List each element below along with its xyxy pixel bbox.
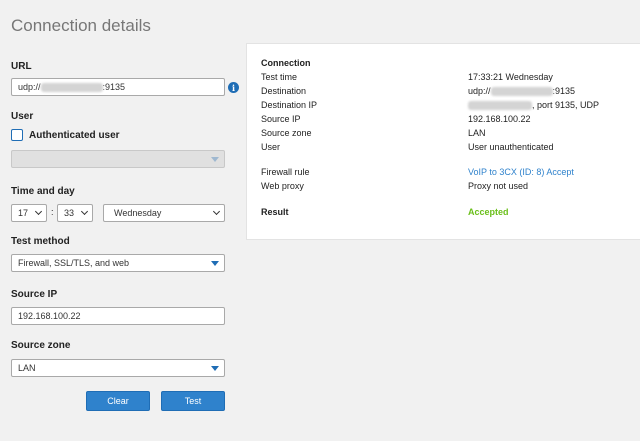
source-zone-row-label: Source zone xyxy=(261,128,312,138)
source-ip-input[interactable]: 192.168.100.22 xyxy=(11,307,225,325)
time-separator: : xyxy=(51,207,54,217)
result-label: Result xyxy=(261,207,289,217)
url-input[interactable]: udp:// :9135 xyxy=(11,78,225,96)
destination-ip-label: Destination IP xyxy=(261,100,318,110)
source-zone-row-value: LAN xyxy=(468,128,486,138)
test-method-value: Firewall, SSL/TLS, and web xyxy=(18,258,130,268)
clear-button[interactable]: Clear xyxy=(86,391,150,411)
source-ip-row-value: 192.168.100.22 xyxy=(468,114,531,124)
connection-heading: Connection xyxy=(261,58,311,68)
minute-select[interactable]: 33 xyxy=(57,204,93,222)
firewall-rule-label: Firewall rule xyxy=(261,167,310,177)
source-zone-value: LAN xyxy=(18,363,36,373)
source-zone-label: Source zone xyxy=(11,340,71,351)
destination-suffix: :9135 xyxy=(552,86,576,96)
authenticated-user-label: Authenticated user xyxy=(29,130,120,141)
source-ip-label: Source IP xyxy=(11,289,58,300)
destination-value: udp:// :9135 xyxy=(468,86,576,97)
source-ip-value: 192.168.100.22 xyxy=(18,311,81,321)
url-redacted-host xyxy=(40,82,103,92)
url-label: URL xyxy=(11,61,32,72)
chevron-down-icon xyxy=(80,207,89,216)
result-status: Accepted xyxy=(468,207,509,217)
caret-down-icon xyxy=(211,366,219,371)
chevron-down-icon xyxy=(34,207,43,216)
hour-select[interactable]: 17 xyxy=(11,204,47,222)
test-time-value: 17:33:21 Wednesday xyxy=(468,72,553,82)
time-and-day-label: Time and day xyxy=(11,186,75,197)
firewall-rule-link[interactable]: VoIP to 3CX (ID: 8) Accept xyxy=(468,167,574,177)
info-icon[interactable]: i xyxy=(228,82,239,93)
page-title: Connection details xyxy=(11,16,151,35)
web-proxy-label: Web proxy xyxy=(261,181,304,191)
caret-down-icon xyxy=(211,261,219,266)
url-suffix: :9135 xyxy=(102,82,126,92)
test-button[interactable]: Test xyxy=(161,391,225,411)
chevron-down-icon xyxy=(212,207,221,216)
url-prefix: udp:// xyxy=(18,82,41,92)
test-method-select[interactable]: Firewall, SSL/TLS, and web xyxy=(11,254,225,272)
source-ip-row-label: Source IP xyxy=(261,114,301,124)
user-label: User xyxy=(11,111,34,122)
caret-down-icon xyxy=(211,157,219,162)
authenticated-user-checkbox[interactable] xyxy=(11,129,23,141)
user-row-label: User xyxy=(261,142,281,152)
day-select[interactable]: Wednesday xyxy=(103,204,225,222)
destination-ip-suffix: , port 9135, UDP xyxy=(532,100,600,110)
user-select xyxy=(11,150,225,168)
destination-prefix: udp:// xyxy=(468,86,491,96)
user-row-value: User unauthenticated xyxy=(468,142,554,152)
test-time-label: Test time xyxy=(261,72,298,82)
test-method-label: Test method xyxy=(11,236,70,247)
source-zone-select[interactable]: LAN xyxy=(11,359,225,377)
destination-ip-value: , port 9135, UDP xyxy=(468,100,600,111)
web-proxy-value: Proxy not used xyxy=(468,181,529,191)
destination-label: Destination xyxy=(261,86,307,96)
hour-value: 17 xyxy=(18,208,29,218)
destination-ip-redacted xyxy=(468,101,532,111)
minute-value: 33 xyxy=(64,208,75,218)
day-value: Wednesday xyxy=(114,208,162,218)
destination-redacted-host xyxy=(490,87,553,97)
result-panel: Connection Test time 17:33:21 Wednesday … xyxy=(246,43,640,240)
